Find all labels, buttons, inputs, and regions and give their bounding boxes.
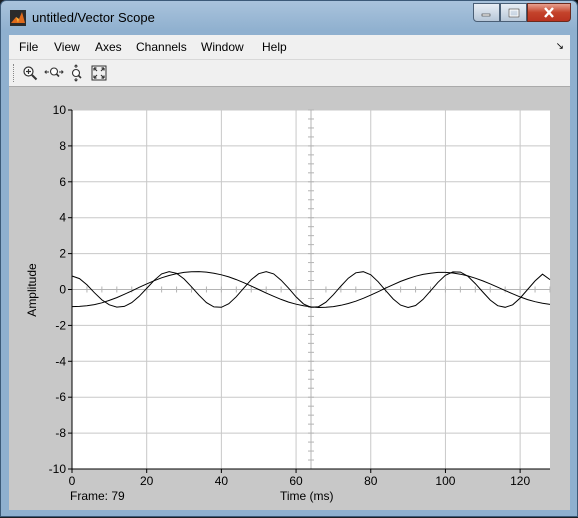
x-axis-label: Time (ms) [280, 489, 334, 503]
y-tick-label: 2 [59, 247, 66, 261]
y-tick-label: -4 [55, 354, 66, 368]
x-tick-label: 120 [510, 474, 530, 488]
y-tick-label: 8 [59, 139, 66, 153]
y-tick-label: -6 [55, 390, 66, 404]
x-tick-label: 100 [435, 474, 455, 488]
scope-plot[interactable]: 1086420-2-4-6-8-100 20 40 60 80 100 120 [1, 1, 578, 518]
y-tick-label: 0 [59, 283, 66, 297]
y-tick-label: -8 [55, 426, 66, 440]
frame-counter: Frame: 79 [70, 489, 125, 503]
y-tick-label: 10 [53, 103, 67, 117]
x-tick-label: 40 [215, 474, 229, 488]
y-tick-label: 4 [59, 211, 66, 225]
scope-window: untitled/Vector Scope File View Axes Cha… [0, 0, 578, 517]
y-tick-label: -2 [55, 318, 66, 332]
x-tick-label: 80 [364, 474, 378, 488]
y-tick-label: 6 [59, 175, 66, 189]
x-tick-label: 60 [289, 474, 303, 488]
y-axis-label: Amplitude [25, 263, 39, 317]
y-tick-label: -10 [49, 462, 67, 476]
x-tick-label: 0 [69, 474, 76, 488]
x-tick-label: 20 [140, 474, 154, 488]
